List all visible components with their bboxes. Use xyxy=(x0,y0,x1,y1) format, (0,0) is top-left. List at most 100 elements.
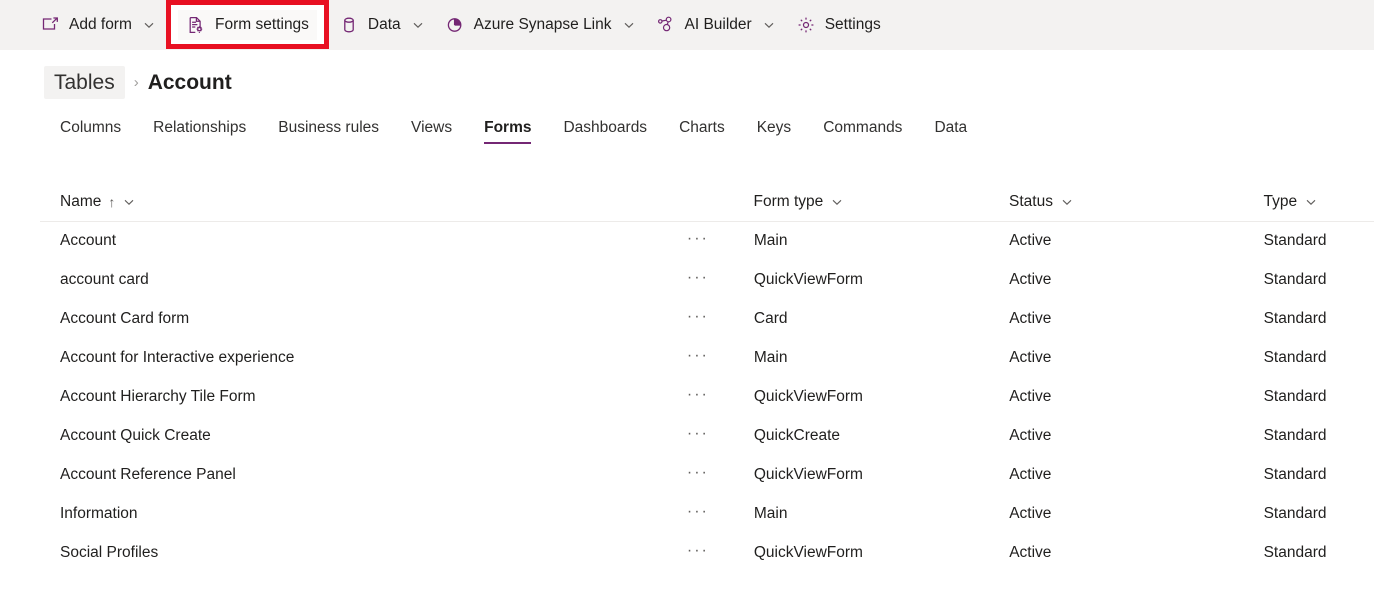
command-add-form[interactable]: Add form xyxy=(30,6,166,44)
cell-type: Standard xyxy=(1244,349,1374,368)
command-data[interactable]: Data xyxy=(329,6,435,44)
cell-status: Active xyxy=(989,544,1243,563)
row-more-options-icon[interactable]: ··· xyxy=(687,543,709,564)
cell-form-type: Card xyxy=(734,310,989,329)
tab-relationships[interactable]: Relationships xyxy=(137,120,262,145)
grid-body: Account···MainActiveStandardaccount card… xyxy=(40,222,1374,573)
chevron-down-icon[interactable] xyxy=(142,18,156,32)
chevron-down-icon[interactable] xyxy=(622,18,636,32)
cell-name[interactable]: account card ··· xyxy=(40,270,734,291)
table-row[interactable]: Account for Interactive experience ··· Mai… xyxy=(40,339,1374,378)
tab-data[interactable]: Data xyxy=(918,120,983,145)
chevron-down-icon[interactable] xyxy=(1060,195,1074,209)
cell-form-type: Main xyxy=(734,232,989,251)
command-form-settings[interactable]: Form settings xyxy=(178,10,317,40)
form-name-link[interactable]: Account Card form xyxy=(60,310,189,329)
cell-name[interactable]: Account Hierarchy Tile Form ··· xyxy=(40,387,734,408)
table-row[interactable]: Account Quick Create···QuickCreateActive… xyxy=(40,417,1374,456)
form-name-link[interactable]: Account for Interactive experience xyxy=(60,349,294,368)
cell-type: Standard xyxy=(1244,544,1374,563)
row-more-options-icon[interactable]: ··· xyxy=(687,426,709,447)
column-header-label: Form type xyxy=(754,193,824,211)
command-label: Form settings xyxy=(215,17,309,33)
cell-form-type: QuickViewForm xyxy=(734,271,989,290)
cell-name[interactable]: Account for Interactive experience ··· xyxy=(40,348,734,369)
form-name-link[interactable]: Social Profiles xyxy=(60,544,158,563)
tab-keys[interactable]: Keys xyxy=(741,120,807,145)
form-name-link[interactable]: Account xyxy=(60,232,116,251)
cell-form-type: QuickViewForm xyxy=(734,466,989,485)
row-more-options-icon[interactable]: ··· xyxy=(687,348,709,369)
cell-name[interactable]: Account Quick Create ··· xyxy=(40,426,734,447)
form-name-link[interactable]: Account Quick Create xyxy=(60,427,211,446)
chevron-down-icon[interactable] xyxy=(762,18,776,32)
azure-synapse-link-icon xyxy=(445,15,465,35)
row-more-options-icon[interactable]: ··· xyxy=(687,387,709,408)
tab-commands[interactable]: Commands xyxy=(807,120,918,145)
cell-type: Standard xyxy=(1244,310,1374,329)
row-more-options-icon[interactable]: ··· xyxy=(687,231,709,252)
column-header-label: Name xyxy=(60,193,101,211)
tab-dashboards[interactable]: Dashboards xyxy=(547,120,663,145)
cell-name[interactable]: Information ··· xyxy=(40,504,734,525)
add-form-icon xyxy=(40,15,60,35)
cell-type: Standard xyxy=(1244,427,1374,446)
table-row[interactable]: Information ··· MainActiveStandard xyxy=(40,495,1374,534)
form-name-link[interactable]: Account Reference Panel xyxy=(60,466,236,485)
command-label: Add form xyxy=(69,17,132,33)
table-row[interactable]: Account Reference Panel ··· QuickViewFormA… xyxy=(40,456,1374,495)
tab-forms[interactable]: Forms xyxy=(468,120,547,145)
column-header-type[interactable]: Type xyxy=(1244,193,1374,211)
cell-type: Standard xyxy=(1244,232,1374,251)
chevron-down-icon[interactable] xyxy=(1304,195,1318,209)
command-settings[interactable]: Settings xyxy=(786,6,891,44)
forms-grid: Name ↑ Form type Status Type Account ··· M… xyxy=(0,182,1374,573)
form-settings-highlight: Form settings xyxy=(166,0,329,49)
page-title: Account xyxy=(148,69,232,96)
cell-form-type: Main xyxy=(734,505,989,524)
command-bar: Add form Data Azure Synapse Link xyxy=(0,0,1374,50)
cell-name[interactable]: Account ··· xyxy=(40,231,734,252)
cell-status: Active xyxy=(989,232,1243,251)
cell-name[interactable]: Account Card form ··· xyxy=(40,309,734,330)
database-icon xyxy=(339,15,359,35)
tab-views[interactable]: Views xyxy=(395,120,468,145)
table-row[interactable]: Account Card form···CardActiveStandard xyxy=(40,300,1374,339)
row-more-options-icon[interactable]: ··· xyxy=(687,504,709,525)
row-more-options-icon[interactable]: ··· xyxy=(687,465,709,486)
command-label: Data xyxy=(368,17,401,33)
column-header-form-type[interactable]: Form type xyxy=(734,193,989,211)
tab-charts[interactable]: Charts xyxy=(663,120,741,145)
command-label: AI Builder xyxy=(685,17,752,33)
cell-form-type: Main xyxy=(734,349,989,368)
cell-type: Standard xyxy=(1244,466,1374,485)
cell-name[interactable]: Account Reference Panel ··· xyxy=(40,465,734,486)
column-header-status[interactable]: Status xyxy=(989,193,1244,211)
table-row[interactable]: Social Profiles ··· QuickViewFormActiveSta… xyxy=(40,534,1374,573)
cell-type: Standard xyxy=(1244,388,1374,407)
column-header-label: Type xyxy=(1264,193,1298,211)
breadcrumb: Tables › Account xyxy=(0,50,1374,100)
cell-status: Active xyxy=(989,505,1243,524)
command-ai-builder[interactable]: AI Builder xyxy=(646,6,786,44)
table-row[interactable]: Account Hierarchy Tile Form···QuickViewF… xyxy=(40,378,1374,417)
cell-type: Standard xyxy=(1244,505,1374,524)
table-row[interactable]: account card···QuickViewFormActiveStanda… xyxy=(40,261,1374,300)
chevron-down-icon[interactable] xyxy=(830,195,844,209)
form-name-link[interactable]: Information xyxy=(60,505,138,524)
cell-form-type: QuickViewForm xyxy=(734,544,989,563)
command-azure-synapse-link[interactable]: Azure Synapse Link xyxy=(435,6,646,44)
form-name-link[interactable]: account card xyxy=(60,271,149,290)
tab-columns[interactable]: Columns xyxy=(44,120,137,145)
tab-business-rules[interactable]: Business rules xyxy=(262,120,395,145)
chevron-down-icon[interactable] xyxy=(411,18,425,32)
cell-name[interactable]: Social Profiles ··· xyxy=(40,543,734,564)
chevron-down-icon[interactable] xyxy=(122,195,136,209)
row-more-options-icon[interactable]: ··· xyxy=(687,309,709,330)
column-header-name[interactable]: Name ↑ xyxy=(40,193,734,211)
cell-status: Active xyxy=(989,388,1243,407)
breadcrumb-tables-link[interactable]: Tables xyxy=(44,66,125,99)
table-row[interactable]: Account ··· MainActiveStandard xyxy=(40,222,1374,261)
form-name-link[interactable]: Account Hierarchy Tile Form xyxy=(60,388,256,407)
row-more-options-icon[interactable]: ··· xyxy=(687,270,709,291)
